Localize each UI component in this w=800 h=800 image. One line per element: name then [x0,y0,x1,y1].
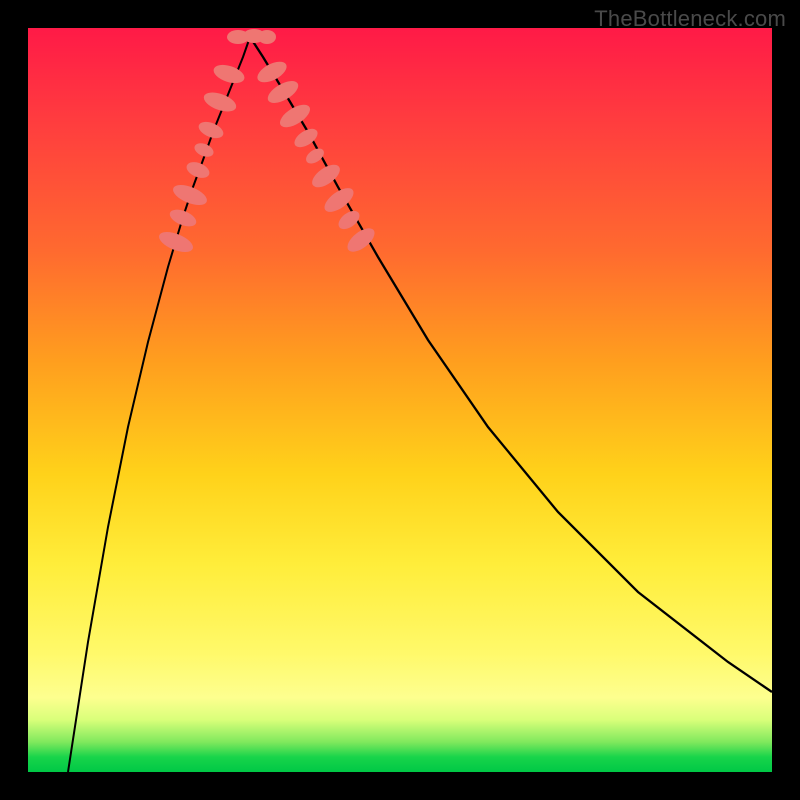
bead-left [184,159,211,181]
curve-right-branch [250,37,772,692]
bead-right [276,100,313,132]
bead-left [170,181,209,209]
curve-svg [28,28,772,772]
outer-frame: TheBottleneck.com [0,0,800,800]
bead-left [156,228,195,256]
bead-right [303,145,326,166]
watermark-text: TheBottleneck.com [594,6,786,32]
bead-right [335,207,363,233]
curve-left-branch [68,37,250,772]
bead-right [254,57,290,86]
plot-area [28,28,772,772]
bead-left [211,61,246,86]
bead-left [167,206,198,229]
bead-left [201,89,238,116]
bead-bottom [258,30,276,44]
